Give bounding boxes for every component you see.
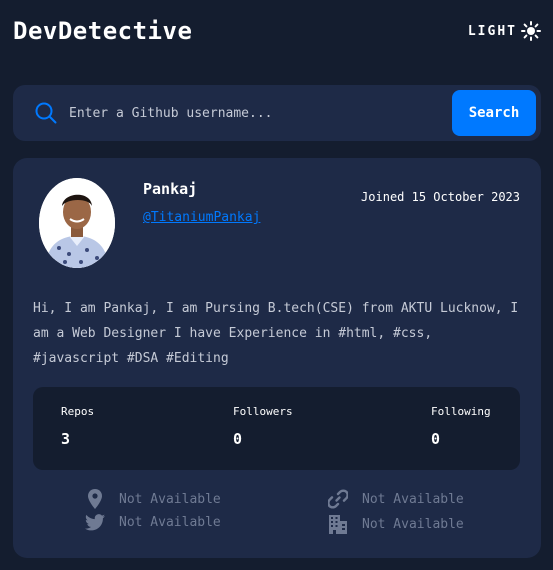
location-text: Not Available [119,491,221,507]
search-input[interactable] [69,93,452,133]
website-item: Not Available [327,489,464,509]
stat-following: Following 0 [431,405,491,448]
building-icon [327,514,349,534]
stat-following-value: 0 [431,430,441,448]
stat-repos-value: 3 [61,430,71,448]
profile-handle-link[interactable]: @TitaniumPankaj [143,210,260,225]
stat-followers: Followers 0 [233,405,293,448]
twitter-item: Not Available [84,514,221,531]
location-item: Not Available [84,489,221,509]
stat-repos: Repos 3 [61,405,94,448]
stat-repos-label: Repos [61,405,95,418]
stats-panel: Repos 3 Followers 0 Following 0 [33,387,520,470]
theme-toggle[interactable]: LIGHT [468,21,541,41]
stat-followers-label: Followers [233,405,293,418]
joined-date: Joined 15 October 2023 [361,190,520,204]
avatar [39,178,115,268]
company-item: Not Available [327,514,464,534]
twitter-text: Not Available [119,515,221,530]
stat-following-label: Following [431,405,491,418]
profile-name: Pankaj [143,180,198,198]
stat-followers-value: 0 [233,430,243,448]
twitter-icon [84,514,106,531]
website-text: Not Available [362,491,464,507]
location-pin-icon [84,489,106,509]
theme-toggle-label: LIGHT [467,23,517,39]
search-bar: Search [13,85,541,141]
profile-card: Pankaj Joined 15 October 2023 @TitaniumP… [13,158,541,558]
profile-bio: Hi, I am Pankaj, I am Pursing B.tech(CSE… [33,301,519,366]
search-button[interactable]: Search [452,90,536,136]
link-icon [327,489,349,509]
search-icon [35,102,57,124]
sun-icon [521,21,541,41]
app-header: DevDetective LIGHT [13,14,541,48]
app-title: DevDetective [13,17,193,45]
company-text: Not Available [362,516,464,532]
